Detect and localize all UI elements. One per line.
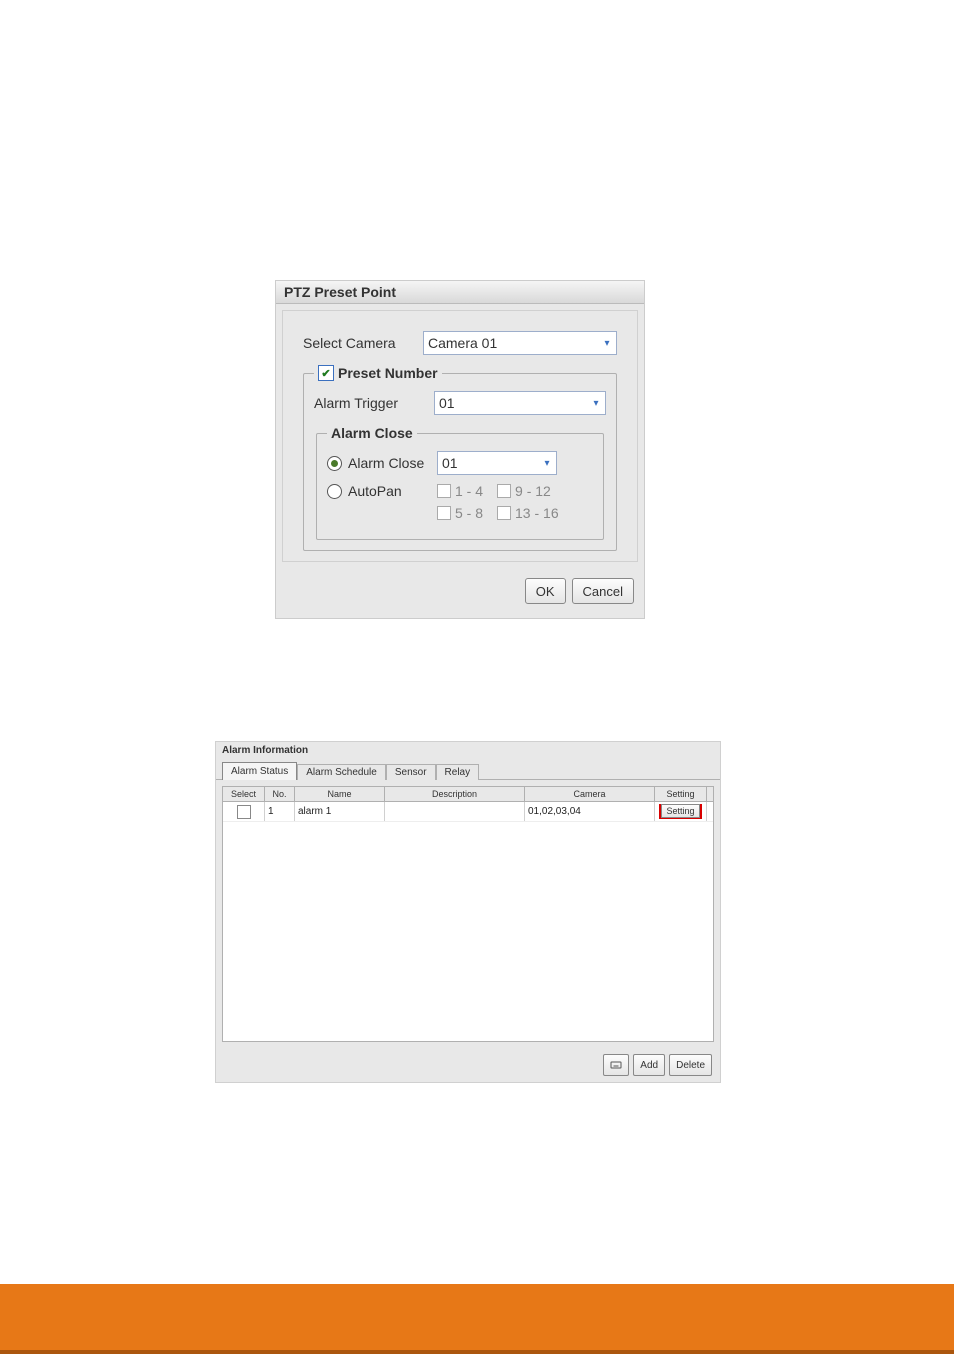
alarm-close-radio-label: Alarm Close	[348, 455, 424, 471]
dialog-title: PTZ Preset Point	[276, 281, 644, 304]
add-button[interactable]: Add	[633, 1054, 665, 1076]
cancel-button[interactable]: Cancel	[572, 578, 634, 604]
row-setting-button[interactable]: Setting	[661, 804, 699, 818]
tab-alarm-schedule[interactable]: Alarm Schedule	[297, 764, 386, 780]
chevron-down-icon: ▾	[589, 396, 603, 410]
alarm-trigger-label: Alarm Trigger	[314, 395, 434, 411]
select-camera-label: Select Camera	[303, 335, 423, 351]
grid-header: Select No. Name Description Camera Setti…	[223, 787, 713, 802]
preset-number-group: ✔ Preset Number Alarm Trigger 01 ▾ Alarm…	[303, 365, 617, 551]
autopan-range-checkbox[interactable]: 13 - 16	[497, 505, 559, 521]
col-description: Description	[385, 787, 525, 801]
tab-strip: Alarm Status Alarm Schedule Sensor Relay	[216, 759, 720, 780]
preset-number-checkbox[interactable]: ✔	[318, 365, 334, 381]
col-setting: Setting	[655, 787, 707, 801]
row-name: alarm 1	[295, 802, 385, 821]
chevron-down-icon: ▾	[600, 336, 614, 350]
row-setting-highlight: Setting	[659, 804, 701, 819]
select-camera-dropdown[interactable]: Camera 01 ▾	[423, 331, 617, 355]
tab-sensor[interactable]: Sensor	[386, 764, 436, 780]
page-footer-bar	[0, 1284, 954, 1354]
alarm-close-radio[interactable]	[327, 456, 342, 471]
row-description	[385, 802, 525, 821]
delete-button[interactable]: Delete	[669, 1054, 712, 1076]
alarm-close-dropdown[interactable]: 01 ▾	[437, 451, 557, 475]
row-no: 1	[265, 802, 295, 821]
alarm-trigger-dropdown[interactable]: 01 ▾	[434, 391, 606, 415]
checkbox-icon	[237, 805, 251, 819]
alarm-grid: Select No. Name Description Camera Setti…	[222, 786, 714, 1042]
chevron-down-icon: ▾	[540, 456, 554, 470]
alarm-information-dialog: Alarm Information Alarm Status Alarm Sch…	[215, 741, 721, 1083]
autopan-range-checkbox[interactable]: 5 - 8	[437, 505, 483, 521]
edit-icon-button[interactable]	[603, 1054, 629, 1076]
table-row: 1 alarm 1 01,02,03,04 Setting	[223, 802, 713, 822]
alarm-close-value: 01	[442, 455, 458, 471]
ok-button[interactable]: OK	[525, 578, 566, 604]
autopan-range-checkbox[interactable]: 9 - 12	[497, 483, 559, 499]
dialog-title: Alarm Information	[216, 742, 720, 759]
col-name: Name	[295, 787, 385, 801]
autopan-radio[interactable]	[327, 484, 342, 499]
ptz-preset-dialog: PTZ Preset Point Select Camera Camera 01…	[275, 280, 645, 619]
col-select: Select	[223, 787, 265, 801]
preset-number-legend: Preset Number	[338, 365, 438, 381]
select-camera-value: Camera 01	[428, 335, 497, 351]
autopan-range-checkbox[interactable]: 1 - 4	[437, 483, 483, 499]
alarm-close-legend: Alarm Close	[327, 425, 417, 441]
autopan-radio-label: AutoPan	[348, 483, 402, 499]
row-camera: 01,02,03,04	[525, 802, 655, 821]
col-no: No.	[265, 787, 295, 801]
col-camera: Camera	[525, 787, 655, 801]
keyboard-icon	[610, 1059, 622, 1071]
alarm-close-group: Alarm Close Alarm Close 01 ▾	[316, 425, 604, 540]
alarm-trigger-value: 01	[439, 395, 455, 411]
tab-alarm-status[interactable]: Alarm Status	[222, 762, 297, 780]
tab-relay[interactable]: Relay	[436, 764, 480, 780]
row-select[interactable]	[223, 802, 265, 821]
